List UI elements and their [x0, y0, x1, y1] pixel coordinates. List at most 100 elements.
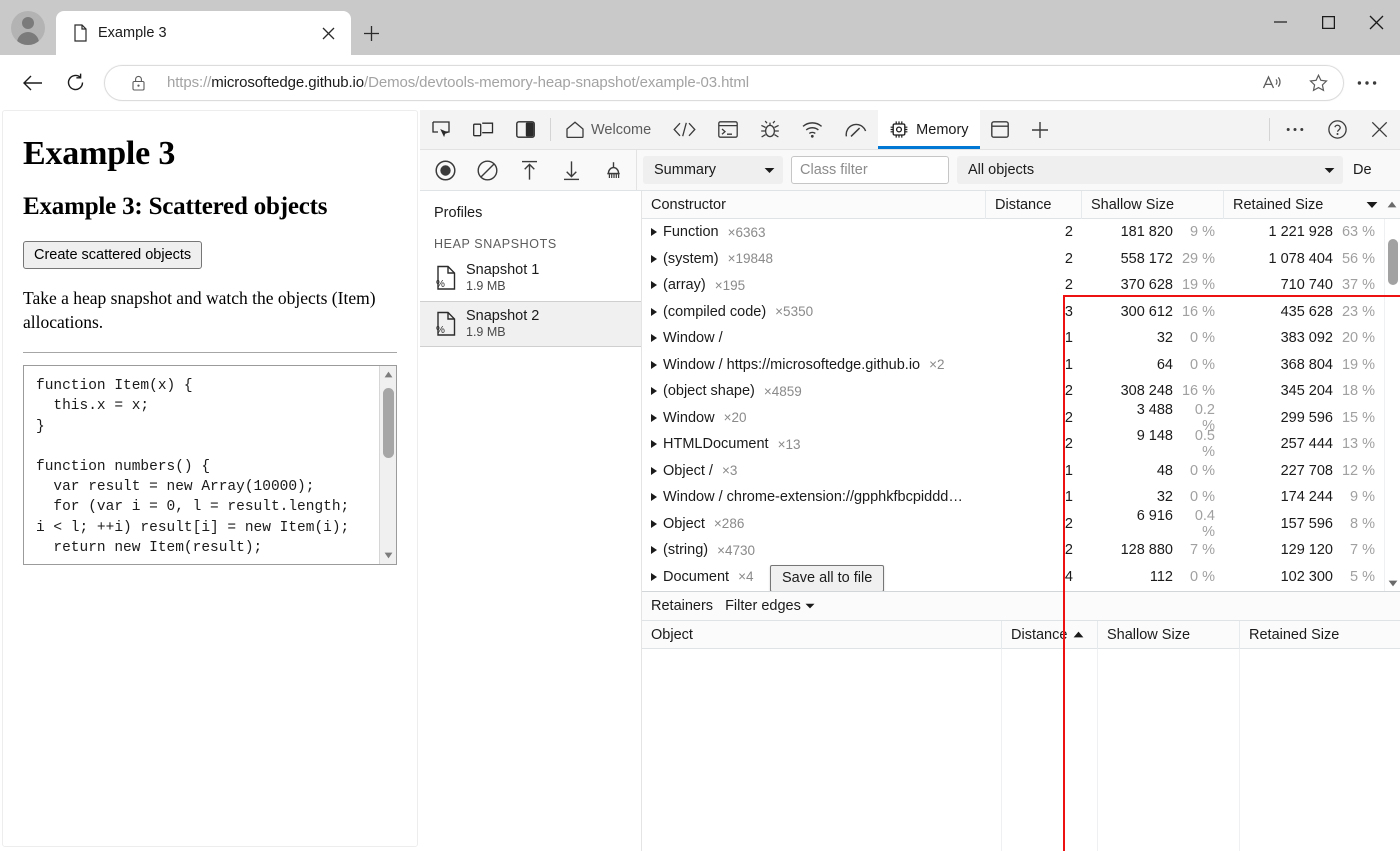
expand-triangle-icon[interactable]: [651, 520, 657, 528]
expand-triangle-icon[interactable]: [651, 493, 657, 501]
code-scrollbar[interactable]: [379, 366, 396, 564]
tab-elements[interactable]: [662, 110, 707, 149]
window-minimize-button[interactable]: [1256, 0, 1304, 44]
collect-garbage-button[interactable]: [592, 150, 634, 191]
scroll-down-arrow-icon[interactable]: [380, 547, 397, 564]
objects-select[interactable]: All objects: [957, 156, 1343, 184]
tab-memory[interactable]: Memory: [878, 110, 979, 149]
tab-welcome[interactable]: Welcome: [555, 110, 662, 149]
scroll-up-arrow-icon[interactable]: [1384, 201, 1400, 208]
load-profile-button[interactable]: [508, 150, 550, 191]
column-header-object[interactable]: Object: [642, 621, 1002, 649]
column-header-shallow-size[interactable]: Shallow Size: [1098, 621, 1240, 649]
expand-triangle-icon[interactable]: [651, 387, 657, 395]
code-brackets-icon: [673, 122, 696, 137]
save-profile-button[interactable]: [550, 150, 592, 191]
device-emulation-icon[interactable]: [462, 110, 504, 149]
take-heap-snapshot-button[interactable]: [424, 150, 466, 191]
tab-more-tools[interactable]: [1020, 110, 1060, 149]
table-row[interactable]: Object×28626 9160.4 %157 5968 %: [642, 511, 1400, 538]
reload-icon[interactable]: [56, 64, 94, 102]
retained-size-percent: 8 %: [1341, 516, 1375, 532]
constructor-grid-rows[interactable]: Function×63632181 8209 %1 221 92863 %(sy…: [642, 219, 1400, 591]
inspect-element-icon[interactable]: [420, 110, 462, 149]
devtools-more-options[interactable]: [1274, 110, 1316, 149]
tab-console[interactable]: [707, 110, 749, 149]
shallow-size-value: 48: [1157, 463, 1173, 479]
table-row[interactable]: (array)×1952370 62819 %710 74037 %: [642, 272, 1400, 299]
profile-button[interactable]: [0, 0, 56, 55]
retainers-grid-rows[interactable]: [642, 649, 1400, 851]
table-row[interactable]: Object /×31480 %227 70812 %: [642, 458, 1400, 485]
column-header-shallow-size[interactable]: Shallow Size: [1082, 191, 1224, 219]
expand-triangle-icon[interactable]: [651, 334, 657, 342]
new-tab-button[interactable]: [351, 11, 391, 55]
expand-triangle-icon[interactable]: [651, 281, 657, 289]
snapshot-item-1[interactable]: % Snapshot 1 1.9 MB: [420, 255, 641, 301]
cell-distance: 1: [986, 357, 1082, 373]
view-select[interactable]: Summary: [643, 156, 783, 184]
table-row[interactable]: (object shape)×48592308 24816 %345 20418…: [642, 378, 1400, 405]
code-scrollbar-thumb[interactable]: [383, 388, 394, 458]
column-header-distance[interactable]: Distance: [986, 191, 1082, 219]
object-count: ×13: [778, 437, 801, 452]
table-row[interactable]: Window /1320 %383 09220 %: [642, 325, 1400, 352]
expand-triangle-icon[interactable]: [651, 255, 657, 263]
tab-network[interactable]: [791, 110, 834, 149]
snapshot-item-2[interactable]: % Snapshot 2 1.9 MB: [420, 301, 641, 347]
debug-bug-icon: [760, 120, 780, 139]
tab-sources[interactable]: [749, 110, 791, 149]
expand-triangle-icon[interactable]: [651, 546, 657, 554]
constructor-grid-scrollbar[interactable]: [1384, 219, 1400, 591]
expand-triangle-icon[interactable]: [651, 573, 657, 581]
column-header-retained-size[interactable]: Retained Size: [1224, 191, 1384, 219]
scroll-up-arrow-icon[interactable]: [380, 366, 396, 383]
expand-triangle-icon[interactable]: [651, 414, 657, 422]
table-row[interactable]: Window×2023 4880.2 %299 59615 %: [642, 405, 1400, 432]
table-row[interactable]: Function×63632181 8209 %1 221 92863 %: [642, 219, 1400, 246]
shallow-size-value: 6 916: [1137, 508, 1173, 540]
column-header-distance[interactable]: Distance: [1002, 621, 1098, 649]
window-maximize-button[interactable]: [1304, 0, 1352, 44]
dock-side-icon[interactable]: [504, 110, 546, 149]
expand-triangle-icon[interactable]: [651, 228, 657, 236]
cell-constructor: Window / https://microsoftedge.github.io…: [642, 357, 986, 373]
tab-application[interactable]: [980, 110, 1020, 149]
create-scattered-objects-button[interactable]: Create scattered objects: [23, 241, 202, 269]
browser-tab-example-3[interactable]: Example 3: [56, 11, 351, 55]
back-arrow-icon[interactable]: [14, 64, 52, 102]
read-aloud-icon[interactable]: [1255, 67, 1289, 99]
table-row[interactable]: Document×441120 %102 3005 %: [642, 564, 1400, 591]
tab-performance[interactable]: [834, 110, 878, 149]
window-close-button[interactable]: [1352, 0, 1400, 44]
devtools-help[interactable]: [1316, 110, 1358, 149]
constructor-scrollbar-thumb[interactable]: [1388, 239, 1398, 285]
browser-settings-button[interactable]: [1348, 64, 1386, 102]
expand-triangle-icon[interactable]: [651, 361, 657, 369]
filter-edges-dropdown[interactable]: Filter edges: [725, 598, 815, 614]
expand-triangle-icon[interactable]: [651, 467, 657, 475]
clear-profiles-button[interactable]: [466, 150, 508, 191]
column-header-constructor[interactable]: Constructor: [642, 191, 986, 219]
snapshot-2-name: Snapshot 2: [466, 308, 539, 325]
table-row[interactable]: Window / chrome-extension://gpphkfbcpidd…: [642, 484, 1400, 511]
class-filter-input[interactable]: Class filter: [791, 156, 949, 184]
address-input[interactable]: https://microsoftedge.github.io/Demos/de…: [104, 65, 1344, 101]
expand-triangle-icon[interactable]: [651, 440, 657, 448]
scroll-down-arrow-icon[interactable]: [1385, 575, 1400, 591]
cell-distance: 4: [986, 569, 1082, 585]
table-row[interactable]: (system)×198482558 17229 %1 078 40456 %: [642, 246, 1400, 273]
table-row[interactable]: HTMLDocument×1329 1480.5 %257 44413 %: [642, 431, 1400, 458]
table-row[interactable]: (compiled code)×53503300 61216 %435 6282…: [642, 299, 1400, 326]
table-row[interactable]: (string)×47302128 8807 %129 1207 %: [642, 537, 1400, 564]
star-icon[interactable]: [1301, 67, 1335, 99]
cell-constructor: Object /×3: [642, 463, 986, 479]
devtools-close[interactable]: [1358, 110, 1400, 149]
tab-close-button[interactable]: [315, 20, 341, 46]
expand-triangle-icon[interactable]: [651, 308, 657, 316]
table-row[interactable]: Window / https://microsoftedge.github.io…: [642, 352, 1400, 379]
code-textarea[interactable]: function Item(x) { this.x = x; } functio…: [23, 365, 397, 565]
heap-snapshots-section-label: HEAP SNAPSHOTS: [420, 221, 641, 255]
cell-constructor: HTMLDocument×13: [642, 436, 986, 452]
column-header-retained-size[interactable]: Retained Size: [1240, 621, 1400, 649]
